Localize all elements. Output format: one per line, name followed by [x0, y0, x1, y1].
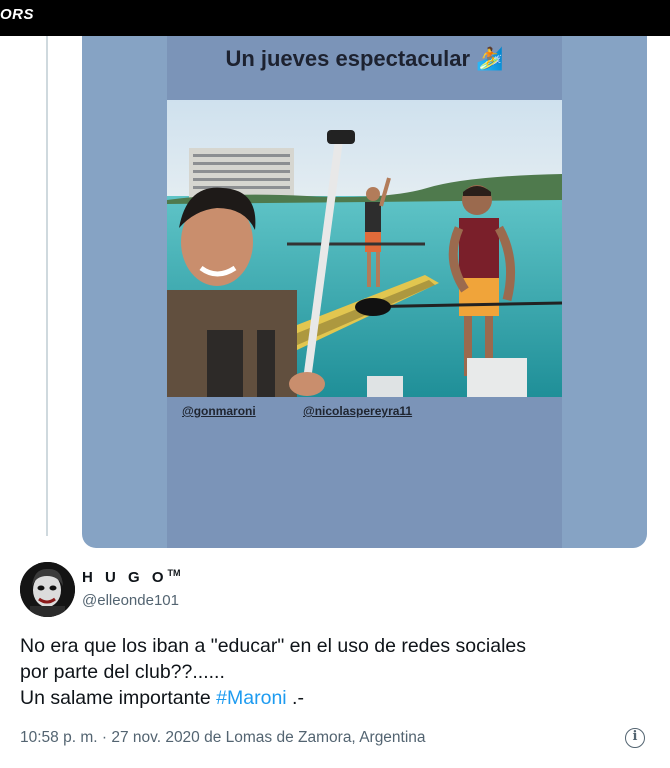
- tweet-text-segment: .-: [286, 687, 304, 709]
- user-handle[interactable]: @elleonde101: [82, 592, 179, 609]
- story-title-text: Un jueves espectacular: [225, 46, 471, 71]
- tweet-text-line: Un salame importante #Maroni .-: [20, 685, 650, 711]
- top-black-bar: ORS: [0, 0, 670, 36]
- hashtag-link[interactable]: #Maroni: [216, 687, 286, 709]
- story-title: Un jueves espectacular 🏄: [167, 46, 562, 72]
- display-name[interactable]: H U G OTM: [82, 568, 181, 586]
- story-photo: [167, 100, 562, 397]
- mention-tag: @gonmaroni: [182, 404, 256, 418]
- tweet-text: No era que los iban a "educar" en el uso…: [20, 633, 650, 711]
- tweet-media[interactable]: Un jueves espectacular 🏄 @gonmaroni @nic…: [82, 36, 647, 548]
- trademark-mark: TM: [167, 568, 181, 578]
- display-name-text: H U G O: [82, 569, 168, 586]
- paddleboard-photo: [167, 100, 562, 397]
- tweet-timestamp[interactable]: 10:58 p. m. · 27 nov. 2020 de Lomas de Z…: [20, 729, 426, 747]
- mention-tag: @nicolaspereyra11: [303, 404, 413, 418]
- avatar[interactable]: [20, 562, 75, 617]
- info-icon[interactable]: i: [625, 728, 645, 748]
- thread-line: [46, 36, 48, 536]
- instagram-story: Un jueves espectacular 🏄 @gonmaroni @nic…: [167, 36, 562, 548]
- joker-avatar-icon: [20, 562, 75, 617]
- tweet-text-line: por parte del club??......: [20, 661, 225, 683]
- tweet-text-line: No era que los iban a "educar" en el uso…: [20, 635, 526, 657]
- surfer-emoji-icon: 🏄: [476, 46, 504, 71]
- tweet-text-segment: Un salame importante: [20, 687, 217, 709]
- top-bar-label: ORS: [0, 6, 35, 23]
